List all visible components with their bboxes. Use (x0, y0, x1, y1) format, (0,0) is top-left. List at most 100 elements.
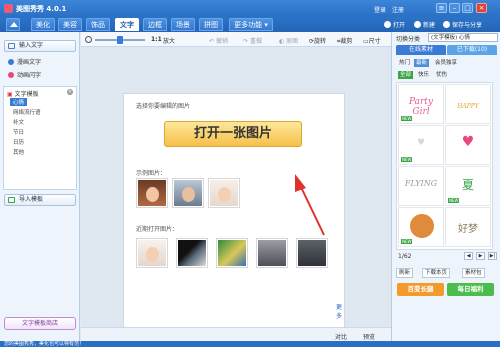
template-cell[interactable]: Party Girl NEW (398, 84, 444, 124)
template-cell[interactable]: ♥ (445, 125, 491, 165)
zoom-slider-knob[interactable] (117, 36, 123, 44)
page-indicator: 1/62 (398, 253, 412, 260)
tree-item-supplement[interactable]: 补文 (13, 118, 24, 126)
tab-frames[interactable]: 边框 (143, 18, 167, 31)
left-panel: 输入文字 漫画文字 动画闪字 ▣ 文字模板 × 心情 网络流行语 补文 节日 日… (0, 32, 80, 341)
menu-button[interactable]: ≡ (436, 3, 447, 13)
zoom-slider[interactable] (95, 36, 145, 44)
template-text: FLYING (404, 179, 438, 188)
template-tree: ▣ 文字模板 × 心情 网络流行语 补文 节日 日历 其他 (3, 86, 77, 190)
subtab-latest[interactable]: 最新 (414, 59, 430, 67)
original-label: 原图 (286, 38, 299, 45)
folder-icon (384, 21, 391, 28)
tree-item-slang[interactable]: 网络流行语 (13, 108, 41, 116)
login-link[interactable]: 登录 (374, 5, 386, 14)
redo-button[interactable]: ↷ 重做 (243, 36, 262, 45)
sun-icon (410, 214, 434, 238)
status-bar: 您的美图秀秀，美化也可以特有范！ (0, 341, 500, 347)
dynamic-text-item[interactable]: 动画闪字 (8, 70, 41, 79)
tab-online-materials[interactable]: 在线素材 (396, 45, 446, 55)
material-pack-button[interactable]: 素材包 (462, 268, 485, 278)
template-shop-button[interactable]: 文字模板商店 (4, 317, 76, 330)
subtab-members[interactable]: 会员独享 (433, 59, 459, 67)
open-action[interactable]: 打开 (384, 20, 405, 29)
chip-all[interactable]: 全部 (398, 71, 414, 79)
save-share-action[interactable]: 保存与分享 (443, 20, 482, 29)
new-badge: NEW (401, 116, 413, 121)
main-tab-bar: 美化 美容 饰品 文字 边框 场景 拼图 更多功能 ▾ 打开 新建 保存与分享 (0, 17, 500, 32)
template-cell[interactable]: 好梦 (445, 207, 491, 247)
next-page-button[interactable]: ▶ (476, 252, 485, 260)
tab-more-features[interactable]: 更多功能 ▾ (229, 18, 273, 31)
import-template-label: 导入模板 (19, 196, 44, 203)
template-text: ♥ (416, 138, 426, 148)
promo-banner-daily[interactable]: 每日福利 (447, 283, 494, 296)
app-logo-icon (4, 4, 13, 13)
minimize-button[interactable]: – (449, 3, 460, 13)
last-page-button[interactable]: ▶| (488, 252, 497, 260)
right-panel: 切换分类 (文字模板) 心情 在线素材 已下载(10) 热门 最新 会员独享 全… (391, 32, 500, 341)
home-icon (10, 22, 18, 27)
dynamic-text-label: 动画闪字 (17, 72, 42, 79)
close-icon[interactable]: × (67, 89, 73, 95)
tree-item-calendar[interactable]: 日历 (13, 138, 24, 146)
art-text-item[interactable]: 漫画文字 (8, 57, 41, 66)
template-cell[interactable]: FLYING (398, 166, 444, 206)
template-cell[interactable]: ♥ NEW (398, 125, 444, 165)
tree-item-holiday[interactable]: 节日 (13, 128, 24, 136)
tab-collage[interactable]: 拼图 (199, 18, 223, 31)
tab-scenes[interactable]: 场景 (171, 18, 195, 31)
input-text-label: 输入文字 (19, 42, 44, 49)
tab-beautify[interactable]: 美化 (31, 18, 55, 31)
canvas-area: 选择你要编辑的图片 打开一张图片 示例图片： 近期打开图片： 更多 (81, 47, 391, 328)
chip-sad[interactable]: 忧伤 (434, 71, 449, 79)
refresh-button[interactable]: 刷新 (396, 268, 414, 278)
original-button[interactable]: ◐ 原图 (279, 36, 298, 45)
import-template-button[interactable]: 导入模板 (4, 194, 76, 206)
ratio-button[interactable]: 1:1 (151, 36, 162, 43)
art-text-label: 漫画文字 (17, 59, 42, 66)
download-page-button[interactable]: 下载本页 (422, 268, 451, 278)
new-badge: NEW (448, 198, 460, 203)
subtab-hot[interactable]: 热门 (397, 59, 412, 67)
undo-button[interactable]: ↶ 撤销 (209, 36, 228, 45)
template-cell[interactable]: HAPPY (445, 84, 491, 124)
tab-beauty[interactable]: 美容 (58, 18, 82, 31)
arrow-shaft (299, 184, 325, 236)
rotate-label: 旋转 (314, 38, 327, 45)
new-action[interactable]: 新建 (414, 20, 435, 29)
promo-banner-legs[interactable]: 百变长腿 (397, 283, 444, 296)
tree-item-other[interactable]: 其他 (13, 148, 24, 156)
zoom-icon (85, 36, 92, 43)
input-text-button[interactable]: 输入文字 (4, 40, 76, 52)
template-text: 好梦 (458, 224, 478, 235)
register-link[interactable]: 注册 (392, 5, 404, 14)
tab-downloaded[interactable]: 已下载(10) (447, 45, 497, 55)
maximize-button[interactable]: □ (462, 3, 473, 13)
template-cell[interactable]: 夏 NEW (445, 166, 491, 206)
enlarge-button[interactable]: 放大 (163, 36, 175, 45)
tab-decorations[interactable]: 饰品 (86, 18, 110, 31)
template-text: Party Girl (408, 97, 434, 117)
open-label: 打开 (393, 22, 406, 29)
category-select[interactable]: (文字模板) 心情 (428, 33, 498, 42)
prev-page-button[interactable]: ◀ (464, 252, 473, 260)
undo-label: 撤销 (215, 38, 228, 45)
template-cell[interactable]: NEW (398, 207, 444, 247)
new-label: 新建 (423, 22, 436, 29)
chip-happy[interactable]: 快乐 (416, 71, 431, 79)
template-grid: Party Girl NEW HAPPY ♥ NEW ♥ FLYING 夏 NE… (396, 82, 493, 250)
preview-button[interactable]: 预览 (363, 332, 375, 341)
tree-item-mood[interactable]: 心情 (10, 98, 28, 106)
size-button[interactable]: ▭尺寸 (363, 36, 381, 45)
status-text: 您的美图秀秀，美化也可以特有范！ (4, 341, 85, 347)
compare-button[interactable]: 对比 (335, 332, 347, 341)
close-button[interactable]: × (476, 3, 487, 13)
rotate-button[interactable]: ⟳旋转 (309, 36, 326, 45)
template-text: HAPPY (457, 103, 479, 110)
crop-label: 裁剪 (340, 38, 353, 45)
tab-text[interactable]: 文字 (115, 18, 139, 31)
crop-button[interactable]: ⌗裁剪 (337, 36, 352, 46)
arrow-head (295, 174, 306, 192)
tab-home[interactable] (6, 18, 20, 31)
